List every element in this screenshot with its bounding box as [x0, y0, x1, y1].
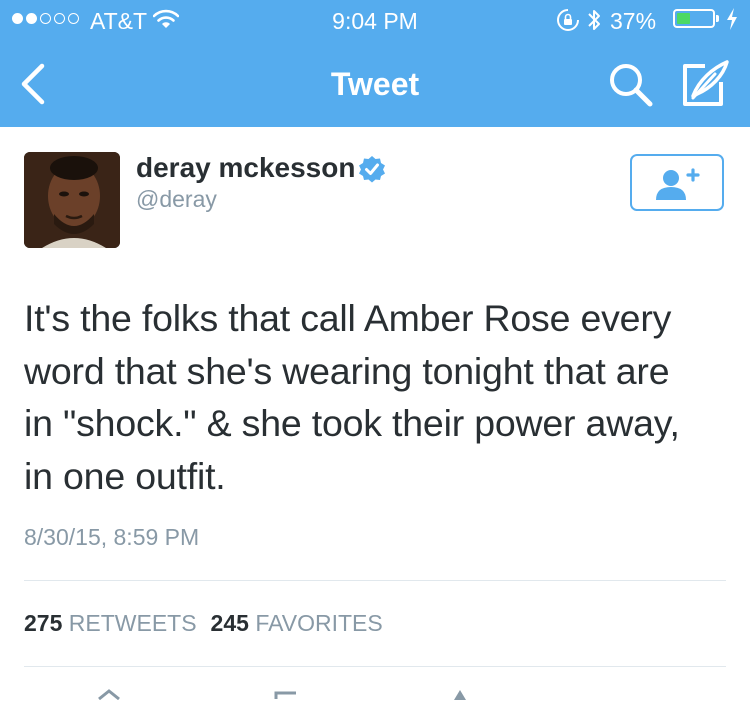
- avatar-photo: [24, 152, 120, 248]
- search-button[interactable]: [606, 60, 656, 110]
- retweet-icon[interactable]: [270, 688, 306, 700]
- avatar[interactable]: [24, 152, 120, 248]
- divider: [24, 580, 726, 581]
- rotation-lock-icon: [557, 9, 579, 31]
- bluetooth-icon: [588, 10, 600, 30]
- battery-level: [677, 13, 690, 24]
- charging-icon: [727, 8, 737, 30]
- battery-percent: 37%: [610, 8, 657, 34]
- retweets-label: RETWEETS: [68, 610, 197, 636]
- tweet-text: It's the folks that call Amber Rose ever…: [24, 297, 680, 497]
- verified-badge-icon: [359, 156, 385, 183]
- favorites-label: FAVORITES: [255, 610, 383, 636]
- search-icon: [610, 64, 653, 107]
- compose-button[interactable]: [675, 58, 733, 110]
- author-name[interactable]: deray mckesson: [136, 152, 355, 184]
- compose-icon: [683, 60, 729, 106]
- tweet-stats: 275 RETWEETS 245 FAVORITES: [24, 610, 383, 637]
- retweets-stat[interactable]: 275 RETWEETS: [24, 610, 197, 636]
- tweet-actions: [0, 688, 750, 708]
- favorite-icon[interactable]: [448, 688, 472, 700]
- battery-icon: [673, 9, 715, 28]
- author-handle[interactable]: @deray: [136, 186, 217, 213]
- favorites-stat[interactable]: 245 FAVORITES: [211, 610, 383, 636]
- status-bar: AT&T 9:04 PM 37%: [0, 0, 750, 40]
- favorites-count: 245: [210, 610, 249, 636]
- add-user-icon: [656, 168, 700, 200]
- tweet-timestamp: 8/30/15, 8:59 PM: [24, 524, 200, 550]
- divider: [24, 666, 726, 667]
- follow-button[interactable]: [630, 154, 724, 211]
- retweets-count: 275: [24, 610, 63, 636]
- reply-icon[interactable]: [95, 688, 125, 700]
